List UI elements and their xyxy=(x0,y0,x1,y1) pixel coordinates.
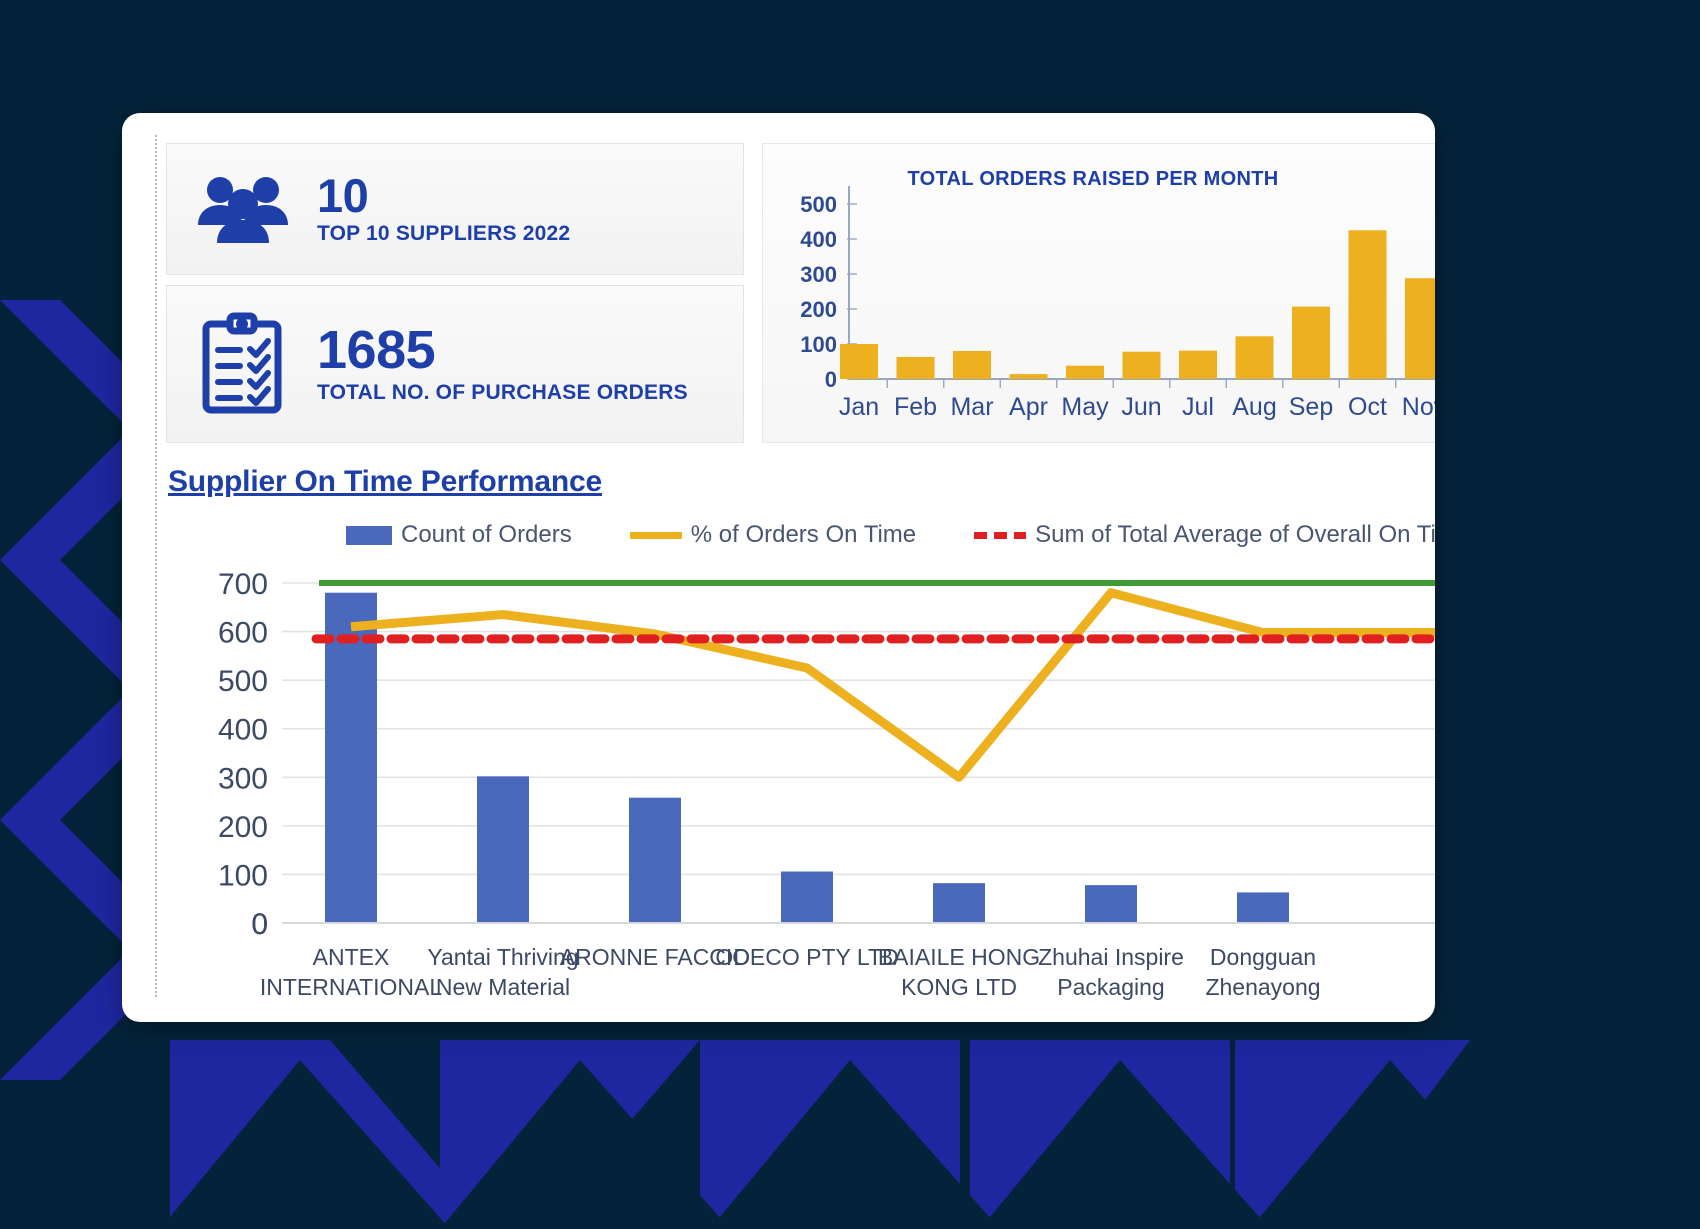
monthly-x-label: Aug xyxy=(1232,393,1276,421)
monthly-bar[interactable] xyxy=(1009,374,1048,379)
legend-label: Sum of Total Average of Overall On Time xyxy=(1035,521,1435,548)
supplier-y-tick: 200 xyxy=(218,811,268,844)
monthly-x-label: Jul xyxy=(1182,393,1214,421)
clipboard-checklist-icon-glyph xyxy=(202,312,282,414)
svg-text:200: 200 xyxy=(800,297,837,322)
supplier-bar[interactable] xyxy=(1085,885,1137,923)
supplier-chart-container: Count of Orders % of Orders On Time Sum … xyxy=(166,513,1435,1013)
supplier-x-label: Dongguan xyxy=(1210,944,1316,970)
legend-item-percent-on-time[interactable]: % of Orders On Time xyxy=(629,521,917,549)
legend-swatch-dashed-icon xyxy=(974,531,1027,539)
supplier-y-tick: 300 xyxy=(218,762,268,795)
legend-swatch-line-icon xyxy=(629,531,682,539)
supplier-lines xyxy=(282,580,1435,924)
supplier-x-label: Zhuhai Inspire xyxy=(1038,944,1184,970)
supplier-y-axis: 01002003004005006007000 xyxy=(218,568,268,941)
supplier-on-time-combo-chart[interactable]: 01002003004005006007000 ANTEXINTERNATION… xyxy=(166,565,1435,1005)
supplier-y-tick: 100 xyxy=(218,859,268,892)
supplier-x-label: New Material xyxy=(436,974,570,1000)
svg-text:0: 0 xyxy=(825,367,837,392)
monthly-bar[interactable] xyxy=(1235,336,1274,379)
legend-item-total-average[interactable]: Sum of Total Average of Overall On Time xyxy=(974,521,1435,549)
legend-swatch-bar-icon xyxy=(346,525,392,545)
people-icon-glyph xyxy=(198,177,288,243)
supplier-x-label: ODECO PTY LTD xyxy=(715,944,898,970)
monthly-bar[interactable] xyxy=(1122,351,1161,379)
legend-label: Count of Orders xyxy=(401,521,572,548)
svg-text:500: 500 xyxy=(800,192,837,217)
supplier-bar[interactable] xyxy=(1237,892,1289,923)
supplier-y-tick: 500 xyxy=(218,665,268,698)
supplier-y-tick: 0 xyxy=(251,908,268,941)
kpi-label: TOTAL NO. OF PURCHASE ORDERS xyxy=(317,381,688,405)
monthly-bar[interactable] xyxy=(1292,306,1330,379)
supplier-x-label: Packaging xyxy=(1057,974,1164,1000)
supplier-x-label: KONG LTD xyxy=(901,974,1017,1000)
supplier-percent-on-time-line xyxy=(350,588,1435,782)
monthly-x-label: Nov xyxy=(1402,393,1435,421)
supplier-x-label: Yantai Thriving xyxy=(427,944,578,970)
monthly-x-label: Oct xyxy=(1348,393,1387,421)
kpi-tile-top-suppliers[interactable]: 10 TOP 10 SUPPLIERS 2022 xyxy=(166,143,744,275)
monthly-x-label: Jan xyxy=(839,393,879,421)
kpi-value: 10 xyxy=(317,168,369,222)
monthly-orders-panel: TOTAL ORDERS RAISED PER MONTH 0 100 200 300… xyxy=(762,143,1435,443)
supplier-x-label: Zhenayong xyxy=(1205,974,1320,1000)
supplier-x-label: INTERNATIONAL xyxy=(260,974,443,1000)
supplier-y-tick: 700 xyxy=(218,568,268,601)
kpi-label: TOP 10 SUPPLIERS 2022 xyxy=(317,222,571,246)
monthly-x-label: Jun xyxy=(1121,393,1161,421)
monthly-x-label: Apr xyxy=(1009,393,1048,421)
monthly-x-label: May xyxy=(1061,393,1109,421)
dashboard-card: 10 TOP 10 SUPPLIERS 2022 1685 TOTAL NO. … xyxy=(122,113,1435,1022)
supplier-bar[interactable] xyxy=(933,883,985,923)
kpi-value: 1685 xyxy=(317,319,436,380)
supplier-bar[interactable] xyxy=(629,797,681,923)
monthly-bar[interactable] xyxy=(953,351,991,379)
supplier-chart-legend: Count of Orders % of Orders On Time Sum … xyxy=(346,521,1435,549)
legend-label: % of Orders On Time xyxy=(690,521,917,548)
monthly-bars[interactable] xyxy=(840,230,1435,379)
monthly-orders-bar-chart[interactable]: 0 100 200 300 400 500 Jan Feb Mar Apr May Jun Jul Au… xyxy=(763,144,1435,443)
monthly-bar[interactable] xyxy=(1066,365,1104,379)
svg-text:400: 400 xyxy=(800,227,837,252)
supplier-bar[interactable] xyxy=(477,776,529,923)
supplier-x-label: BAIAILE HONG xyxy=(878,944,1040,970)
svg-text:100: 100 xyxy=(800,332,837,357)
monthly-y-axis: 0 100 200 300 400 500 xyxy=(800,186,1435,392)
monthly-bar[interactable] xyxy=(896,356,935,379)
monthly-bar[interactable] xyxy=(1348,230,1387,379)
monthly-x-axis: Jan Feb Mar Apr May Jun Jul Aug Sep Oct Nov xyxy=(839,379,1435,421)
monthly-x-label: Sep xyxy=(1289,393,1333,421)
legend-item-count-of-orders[interactable]: Count of Orders xyxy=(346,521,572,549)
people-icon xyxy=(167,173,317,245)
supplier-y-tick: 600 xyxy=(218,617,268,650)
supplier-y-tick: 400 xyxy=(218,714,268,747)
clipboard-checklist-icon xyxy=(167,312,317,416)
supplier-x-axis: ANTEX INTERNATIONAL Yantai Thriving New Mat… xyxy=(260,944,1321,1000)
supplier-section-title[interactable]: Supplier On Time Performance xyxy=(168,465,602,499)
monthly-bar[interactable] xyxy=(840,344,878,379)
supplier-bar[interactable] xyxy=(781,871,833,923)
svg-text:300: 300 xyxy=(800,262,837,287)
kpi-tile-total-purchase-orders[interactable]: 1685 TOTAL NO. OF PURCHASE ORDERS xyxy=(166,285,744,443)
monthly-x-label: Mar xyxy=(950,393,993,421)
supplier-x-label: ANTEX xyxy=(313,944,390,970)
monthly-bar[interactable] xyxy=(1179,350,1217,379)
monthly-bar[interactable] xyxy=(1405,278,1435,379)
page-break-guide xyxy=(155,135,157,997)
monthly-x-label: Feb xyxy=(894,393,937,421)
